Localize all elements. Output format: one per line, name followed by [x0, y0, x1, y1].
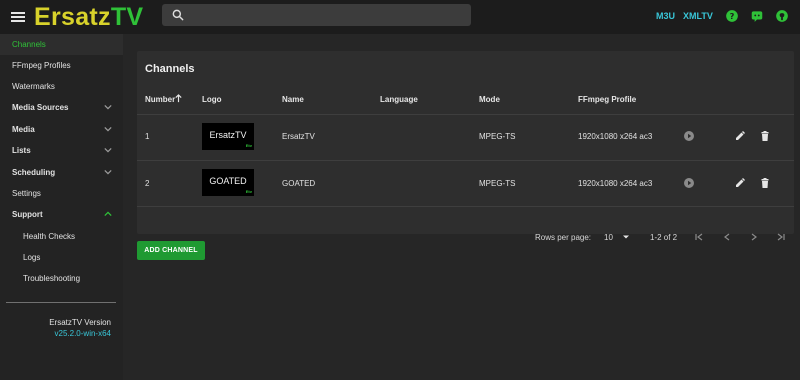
channel-mode: MPEG-TS [479, 179, 516, 188]
menu-icon[interactable] [11, 12, 25, 22]
channel-number: 1 [145, 132, 150, 141]
m3u-link[interactable]: M3U [656, 11, 675, 21]
channel-ffmpeg-profile: 1920x1080 x264 ac3 [578, 132, 653, 141]
sidebar-item-lists[interactable]: Lists [0, 140, 123, 161]
column-header-name: Name [282, 95, 304, 104]
sidebar-item-media-sources[interactable]: Media Sources [0, 97, 123, 118]
edit-icon[interactable] [734, 130, 746, 142]
channel-name: ErsatzTV [282, 132, 315, 141]
channel-mode: MPEG-TS [479, 132, 516, 141]
sidebar-item-health-checks[interactable]: Health Checks [0, 226, 123, 247]
column-header-number[interactable]: Number [145, 95, 175, 104]
row-divider [137, 160, 794, 161]
previous-page-icon[interactable] [722, 232, 732, 242]
channel-name: GOATED [282, 179, 316, 188]
sidebar-item-settings[interactable]: Settings [0, 183, 123, 204]
chevron-down-icon [104, 147, 112, 153]
sidebar-item-ffmpeg-profiles[interactable]: FFmpeg Profiles [0, 55, 123, 76]
sidebar-item-scheduling[interactable]: Scheduling [0, 162, 123, 183]
rows-per-page-label: Rows per page: [535, 233, 592, 242]
sidebar-item-troubleshooting[interactable]: Troubleshooting [0, 268, 123, 289]
edit-icon[interactable] [734, 177, 746, 189]
version-value[interactable]: v25.2.0-win-x64 [0, 329, 111, 338]
search-input[interactable] [191, 9, 461, 21]
play-icon[interactable] [683, 177, 695, 189]
caret-down-icon[interactable] [621, 232, 631, 242]
main-content: Channels Number Logo Name Language Mode … [123, 34, 800, 380]
search-icon [172, 9, 184, 21]
add-channel-button[interactable]: ADD CHANNEL [137, 241, 205, 260]
sort-arrow-up-icon[interactable] [174, 94, 183, 103]
delete-icon[interactable] [759, 130, 771, 142]
app-bar: ErsatzTV M3U XMLTV ? [0, 0, 800, 34]
sidebar-item-media[interactable]: Media [0, 119, 123, 140]
column-header-ffmpeg-profile: FFmpeg Profile [578, 95, 637, 104]
row-divider [137, 206, 794, 207]
sidebar-divider [6, 302, 116, 303]
search-bar[interactable] [162, 4, 471, 26]
sidebar: Channels FFmpeg Profiles Watermarks Medi… [0, 34, 123, 380]
channel-ffmpeg-profile: 1920x1080 x264 ac3 [578, 179, 653, 188]
play-icon[interactable] [683, 130, 695, 142]
header-divider [137, 114, 794, 115]
svg-text:?: ? [730, 11, 735, 21]
xmltv-link[interactable]: XMLTV [683, 11, 713, 21]
help-icon[interactable]: ? [725, 9, 739, 23]
channel-logo: ErsatzTV Etv [202, 123, 254, 150]
channels-table-card: Channels Number Logo Name Language Mode … [137, 51, 794, 242]
column-header-logo: Logo [202, 95, 222, 104]
column-header-mode: Mode [479, 95, 500, 104]
chevron-down-icon [104, 169, 112, 175]
column-header-language: Language [380, 95, 418, 104]
discord-icon[interactable] [750, 9, 764, 23]
sidebar-item-watermarks[interactable]: Watermarks [0, 76, 123, 97]
chevron-down-icon [104, 104, 112, 110]
delete-icon[interactable] [759, 177, 771, 189]
first-page-icon[interactable] [694, 232, 704, 242]
channel-number: 2 [145, 179, 150, 188]
pagination-range: 1-2 of 2 [650, 233, 678, 242]
sidebar-item-support[interactable]: Support [0, 204, 123, 225]
chevron-up-icon [104, 211, 112, 217]
sidebar-item-logs[interactable]: Logs [0, 247, 123, 268]
sidebar-item-channels[interactable]: Channels [0, 34, 123, 55]
last-page-icon[interactable] [776, 232, 786, 242]
chevron-down-icon [104, 126, 112, 132]
page-title: Channels [145, 63, 195, 75]
rows-per-page-select[interactable]: 10 [604, 233, 613, 242]
github-icon[interactable] [775, 9, 789, 23]
next-page-icon[interactable] [749, 232, 759, 242]
channel-logo: GOATED Etv [202, 169, 254, 196]
app-logo[interactable]: ErsatzTV [34, 0, 143, 34]
version-label: ErsatzTV Version [49, 318, 111, 327]
